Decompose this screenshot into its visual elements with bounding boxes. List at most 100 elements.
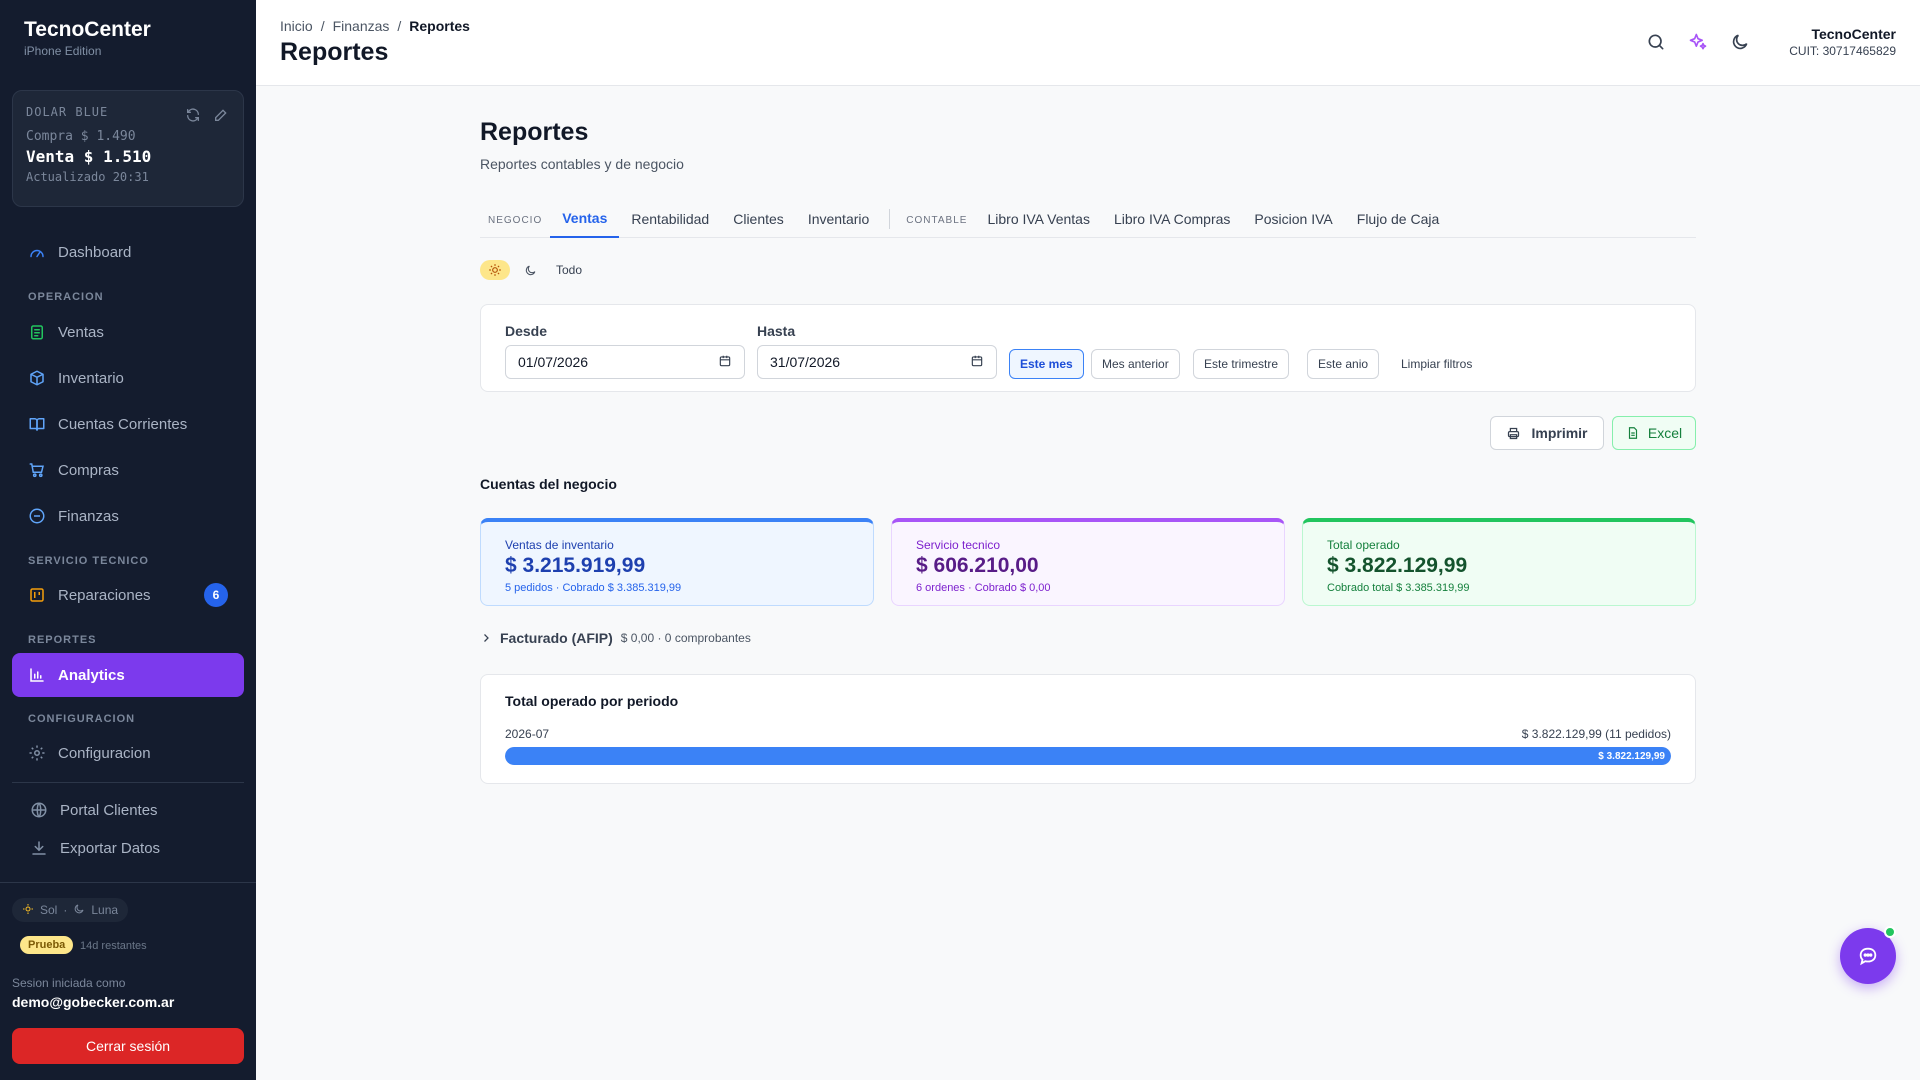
search-icon[interactable]	[1646, 32, 1666, 52]
tab-clientes[interactable]: Clientes	[721, 200, 796, 238]
tab-group-negocio: NEGOCIO	[488, 215, 543, 226]
theme-luna-label: Luna	[91, 903, 119, 917]
sidebar-item-finanzas[interactable]: Finanzas	[12, 496, 244, 536]
preset-mes-anterior[interactable]: Mes anterior	[1091, 349, 1180, 379]
sidebar-item-label: Inventario	[58, 369, 124, 387]
tab-posicion-iva[interactable]: Posicion IVA	[1242, 200, 1344, 238]
edit-icon[interactable]	[213, 107, 229, 123]
brand[interactable]: TecnoCenter iPhone Edition	[24, 18, 151, 58]
all-mode-button[interactable]: Todo	[550, 260, 588, 280]
logout-button[interactable]: Cerrar sesión	[12, 1028, 244, 1064]
hasta-date-input[interactable]: 31/07/2026	[757, 345, 997, 379]
sidebar-divider	[12, 782, 244, 783]
trial-badge: Prueba	[20, 936, 74, 954]
excel-label: Excel	[1647, 425, 1683, 441]
nav-section-operacion: OPERACION	[28, 291, 104, 303]
sidebar-item-cuentas-corrientes[interactable]: Cuentas Corrientes	[12, 404, 244, 444]
brand-subtitle: iPhone Edition	[24, 44, 102, 58]
nav-section-configuracion: CONFIGURACION	[28, 713, 136, 725]
calendar-icon[interactable]	[718, 354, 732, 371]
print-button[interactable]: Imprimir	[1490, 416, 1604, 450]
stat-sub: Cobrado total $ 3.385.319,99	[1327, 582, 1470, 594]
tab-ventas[interactable]: Ventas	[550, 200, 620, 238]
stat-value: $ 606.210,00	[916, 554, 1039, 577]
preset-este-anio[interactable]: Este anio	[1307, 349, 1380, 379]
tab-flujo-de-caja[interactable]: Flujo de Caja	[1345, 200, 1452, 238]
wrench-icon	[28, 586, 46, 604]
breadcrumb-current: Reportes	[409, 18, 470, 34]
breadcrumb-inicio[interactable]: Inicio	[280, 18, 313, 34]
gauge-icon	[28, 243, 46, 261]
sidebar-item-portal-clientes[interactable]: Portal Clientes	[12, 790, 244, 830]
file-spreadsheet-icon	[1628, 427, 1637, 439]
stat-value: $ 3.822.129,99	[1327, 554, 1468, 577]
sidebar-item-label: Reparaciones	[58, 586, 151, 604]
breadcrumb-separator: /	[397, 18, 402, 34]
section-title-cuentas: Cuentas del negocio	[480, 476, 617, 492]
refresh-icon[interactable]	[185, 107, 201, 123]
sun-icon	[22, 903, 34, 918]
tab-libro-iva-compras[interactable]: Libro IVA Compras	[1102, 200, 1242, 238]
sun-icon	[489, 264, 501, 276]
sidebar-item-reparaciones[interactable]: Reparaciones 6	[12, 575, 244, 615]
sidebar-item-label: Ventas	[58, 323, 104, 341]
dolar-updated: Actualizado 20:31	[26, 170, 149, 184]
tab-group-contable: CONTABLE	[906, 215, 968, 226]
stat-label: Total operado	[1327, 538, 1400, 552]
stat-sub: 6 ordenes · Cobrado $ 0,00	[916, 582, 1051, 594]
sidebar-item-label: Configuracion	[58, 744, 151, 762]
online-status-dot	[1884, 926, 1896, 938]
chat-bubble-icon	[1859, 947, 1877, 966]
tab-separator	[889, 208, 891, 229]
dolar-compra: Compra $ 1.490	[26, 129, 136, 144]
calendar-icon[interactable]	[970, 354, 984, 371]
sidebar-item-exportar-datos[interactable]: Exportar Datos	[12, 828, 244, 868]
sidebar: TecnoCenter iPhone Edition DOLAR BLUE Co…	[0, 0, 256, 1080]
sidebar-item-ventas[interactable]: Ventas	[12, 312, 244, 352]
dolar-blue-card: DOLAR BLUE Compra $ 1.490 Venta $ 1.510 …	[12, 90, 244, 207]
afip-detail: $ 0,00 · 0 comprobantes	[620, 631, 751, 645]
reportes-subtitle: Reportes contables y de negocio	[480, 156, 684, 172]
sidebar-item-configuracion[interactable]: Configuracion	[12, 733, 244, 773]
preset-este-trimestre[interactable]: Este trimestre	[1193, 349, 1290, 379]
stat-label: Ventas de inventario	[505, 538, 614, 552]
tab-inventario[interactable]: Inventario	[796, 200, 881, 238]
clear-filters-link[interactable]: Limpiar filtros	[1401, 357, 1472, 371]
session-email: demo@gobecker.com.ar	[12, 994, 175, 1010]
brand-title: TecnoCenter	[24, 18, 151, 41]
sidebar-item-inventario[interactable]: Inventario	[12, 358, 244, 398]
sidebar-item-label: Compras	[58, 461, 119, 479]
sidebar-item-dashboard[interactable]: Dashboard	[12, 232, 244, 272]
period-card: Total operado por periodo 2026-07 $ 3.82…	[480, 674, 1696, 784]
reparaciones-count-badge: 6	[204, 583, 228, 607]
period-bar-track: $ 3.822.129,99	[505, 747, 1671, 765]
user-cuit: CUIT: 30717465829	[1789, 44, 1896, 58]
nav-section-reportes: REPORTES	[28, 634, 97, 646]
sidebar-item-label: Analytics	[58, 666, 125, 684]
sidebar-item-label: Finanzas	[58, 507, 119, 525]
sidebar-item-label: Portal Clientes	[60, 801, 158, 819]
theme-toggle[interactable]: Sol · Luna	[12, 898, 129, 922]
afip-toggle[interactable]: Facturado (AFIP) $ 0,00 · 0 comprobantes	[480, 630, 751, 646]
sidebar-item-compras[interactable]: Compras	[12, 450, 244, 490]
tab-rentabilidad[interactable]: Rentabilidad	[619, 200, 721, 238]
tab-libro-iva-ventas[interactable]: Libro IVA Ventas	[975, 200, 1101, 238]
sun-mode-button[interactable]	[480, 260, 510, 280]
period-title: Total operado por periodo	[505, 693, 679, 709]
period-bar-label: $ 3.822.129,99	[1598, 750, 1665, 762]
desde-date-input[interactable]: 01/07/2026	[505, 345, 745, 379]
sidebar-item-analytics[interactable]: Analytics	[12, 653, 244, 697]
user-info[interactable]: TecnoCenter CUIT: 30717465829	[1789, 26, 1896, 58]
sparkles-icon[interactable]	[1688, 32, 1708, 52]
moon-mode-button[interactable]	[520, 260, 540, 280]
mode-filter: Todo	[480, 260, 588, 280]
excel-button[interactable]: Excel	[1612, 416, 1696, 450]
period-bar: $ 3.822.129,99	[505, 747, 1671, 765]
user-name: TecnoCenter	[1811, 26, 1896, 42]
breadcrumb-finanzas[interactable]: Finanzas	[333, 18, 390, 34]
box-icon	[28, 369, 46, 387]
session-label: Sesion iniciada como	[12, 976, 126, 990]
trial-remaining: 14d restantes	[80, 940, 147, 952]
dark-mode-icon[interactable]	[1730, 32, 1750, 52]
preset-este-mes[interactable]: Este mes	[1009, 349, 1084, 379]
